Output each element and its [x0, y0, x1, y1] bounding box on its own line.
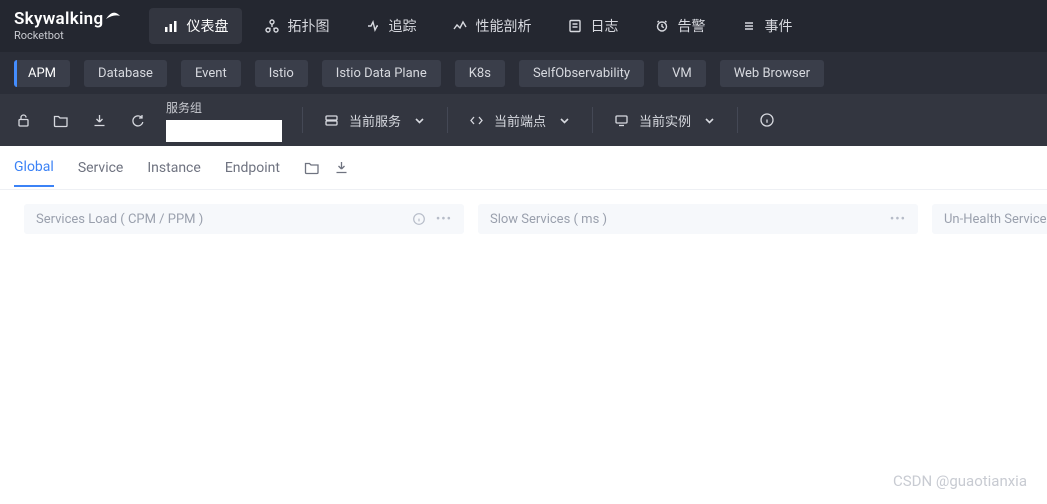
current-service-dropdown[interactable]: 当前服务: [323, 111, 427, 130]
nav-label: 仪表盘: [186, 16, 228, 36]
logo: Skywalking Rocketbot: [14, 10, 121, 41]
dropdown-label: 当前实例: [639, 111, 691, 130]
chevron-down-icon: [701, 112, 717, 128]
trace-icon: [365, 19, 380, 34]
more-icon[interactable]: •••: [436, 212, 452, 227]
current-endpoint-dropdown[interactable]: 当前端点: [468, 111, 572, 130]
nav-label: 性能剖析: [475, 16, 531, 36]
card-title: Un-Health Service(: [944, 212, 1047, 227]
topology-icon: [264, 19, 279, 34]
widget-row: Services Load ( CPM / PPM ) ••• Slow Ser…: [0, 190, 1047, 234]
tab-istio-data-plane[interactable]: Istio Data Plane: [322, 60, 441, 87]
download-icon[interactable]: [334, 160, 350, 176]
current-instance-dropdown[interactable]: 当前实例: [613, 111, 717, 130]
nav-label: 拓扑图: [287, 16, 329, 36]
nav-label: 追踪: [388, 16, 416, 36]
nav-log[interactable]: 日志: [553, 8, 632, 44]
card-unhealth-service[interactable]: Un-Health Service(: [932, 204, 1047, 234]
card-title: Slow Services ( ms ): [490, 212, 607, 227]
card-slow-services[interactable]: Slow Services ( ms ) •••: [478, 204, 918, 234]
folder-icon[interactable]: [304, 160, 320, 176]
service-group-input[interactable]: [166, 120, 282, 142]
nav-event[interactable]: 事件: [727, 8, 806, 44]
info-icon[interactable]: [412, 212, 426, 226]
tab-event[interactable]: Event: [181, 60, 241, 87]
refresh-icon[interactable]: [128, 111, 146, 129]
divider: [447, 107, 448, 133]
info-icon[interactable]: [758, 111, 776, 129]
selector-bar: 服务组 当前服务 当前端点 当前实例: [0, 94, 1047, 146]
event-icon: [741, 19, 756, 34]
card-title: Services Load ( CPM / PPM ): [36, 212, 203, 227]
nav-label: 事件: [764, 16, 792, 36]
tab-selfobservability[interactable]: SelfObservability: [519, 60, 644, 87]
server-icon: [323, 112, 339, 128]
page-tab-endpoint[interactable]: Endpoint: [225, 150, 280, 186]
divider: [737, 107, 738, 133]
tab-database[interactable]: Database: [84, 60, 167, 87]
download-icon[interactable]: [90, 111, 108, 129]
card-actions: •••: [412, 212, 452, 227]
monitor-icon: [613, 112, 629, 128]
alarm-icon: [654, 19, 669, 34]
card-actions: •••: [890, 212, 906, 227]
page-tab-instance[interactable]: Instance: [147, 150, 200, 186]
logo-swoosh-icon: [105, 10, 121, 24]
dashboard-tabs: APM Database Event Istio Istio Data Plan…: [0, 52, 1047, 94]
code-icon: [468, 112, 484, 128]
page-tab-global[interactable]: Global: [14, 149, 54, 187]
chevron-down-icon: [556, 112, 572, 128]
primary-nav: 仪表盘 拓扑图 追踪 性能剖析 日志 告警 事件: [149, 8, 806, 44]
page-tabs: Global Service Instance Endpoint: [0, 146, 1047, 190]
folder-icon[interactable]: [52, 111, 70, 129]
nav-alarm[interactable]: 告警: [640, 8, 719, 44]
service-group-field: 服务组: [166, 99, 282, 142]
tab-apm[interactable]: APM: [14, 60, 70, 87]
dropdown-label: 当前端点: [494, 111, 546, 130]
tab-vm[interactable]: VM: [658, 60, 706, 87]
nav-label: 日志: [590, 16, 618, 36]
logo-subtitle: Rocketbot: [14, 30, 121, 42]
app-header: Skywalking Rocketbot 仪表盘 拓扑图 追踪 性能剖析 日志 …: [0, 0, 1047, 52]
nav-label: 告警: [677, 16, 705, 36]
more-icon[interactable]: •••: [890, 212, 906, 227]
divider: [592, 107, 593, 133]
service-group-label: 服务组: [166, 99, 282, 116]
card-services-load[interactable]: Services Load ( CPM / PPM ) •••: [24, 204, 464, 234]
watermark: CSDN @guaotianxia: [893, 472, 1027, 490]
tab-k8s[interactable]: K8s: [455, 60, 505, 87]
nav-topology[interactable]: 拓扑图: [250, 8, 343, 44]
dropdown-label: 当前服务: [349, 111, 401, 130]
nav-profile[interactable]: 性能剖析: [438, 8, 545, 44]
log-icon: [567, 19, 582, 34]
lock-icon[interactable]: [14, 111, 32, 129]
logo-title: Skywalking: [14, 10, 121, 29]
chevron-down-icon: [411, 112, 427, 128]
divider: [302, 107, 303, 133]
dashboard-icon: [163, 19, 178, 34]
nav-trace[interactable]: 追踪: [351, 8, 430, 44]
tab-istio[interactable]: Istio: [255, 60, 308, 87]
page-tab-service[interactable]: Service: [78, 150, 124, 186]
profile-icon: [452, 19, 467, 34]
logo-title-text: Skywalking: [14, 11, 103, 29]
nav-dashboard[interactable]: 仪表盘: [149, 8, 242, 44]
tab-web-browser[interactable]: Web Browser: [720, 60, 824, 87]
